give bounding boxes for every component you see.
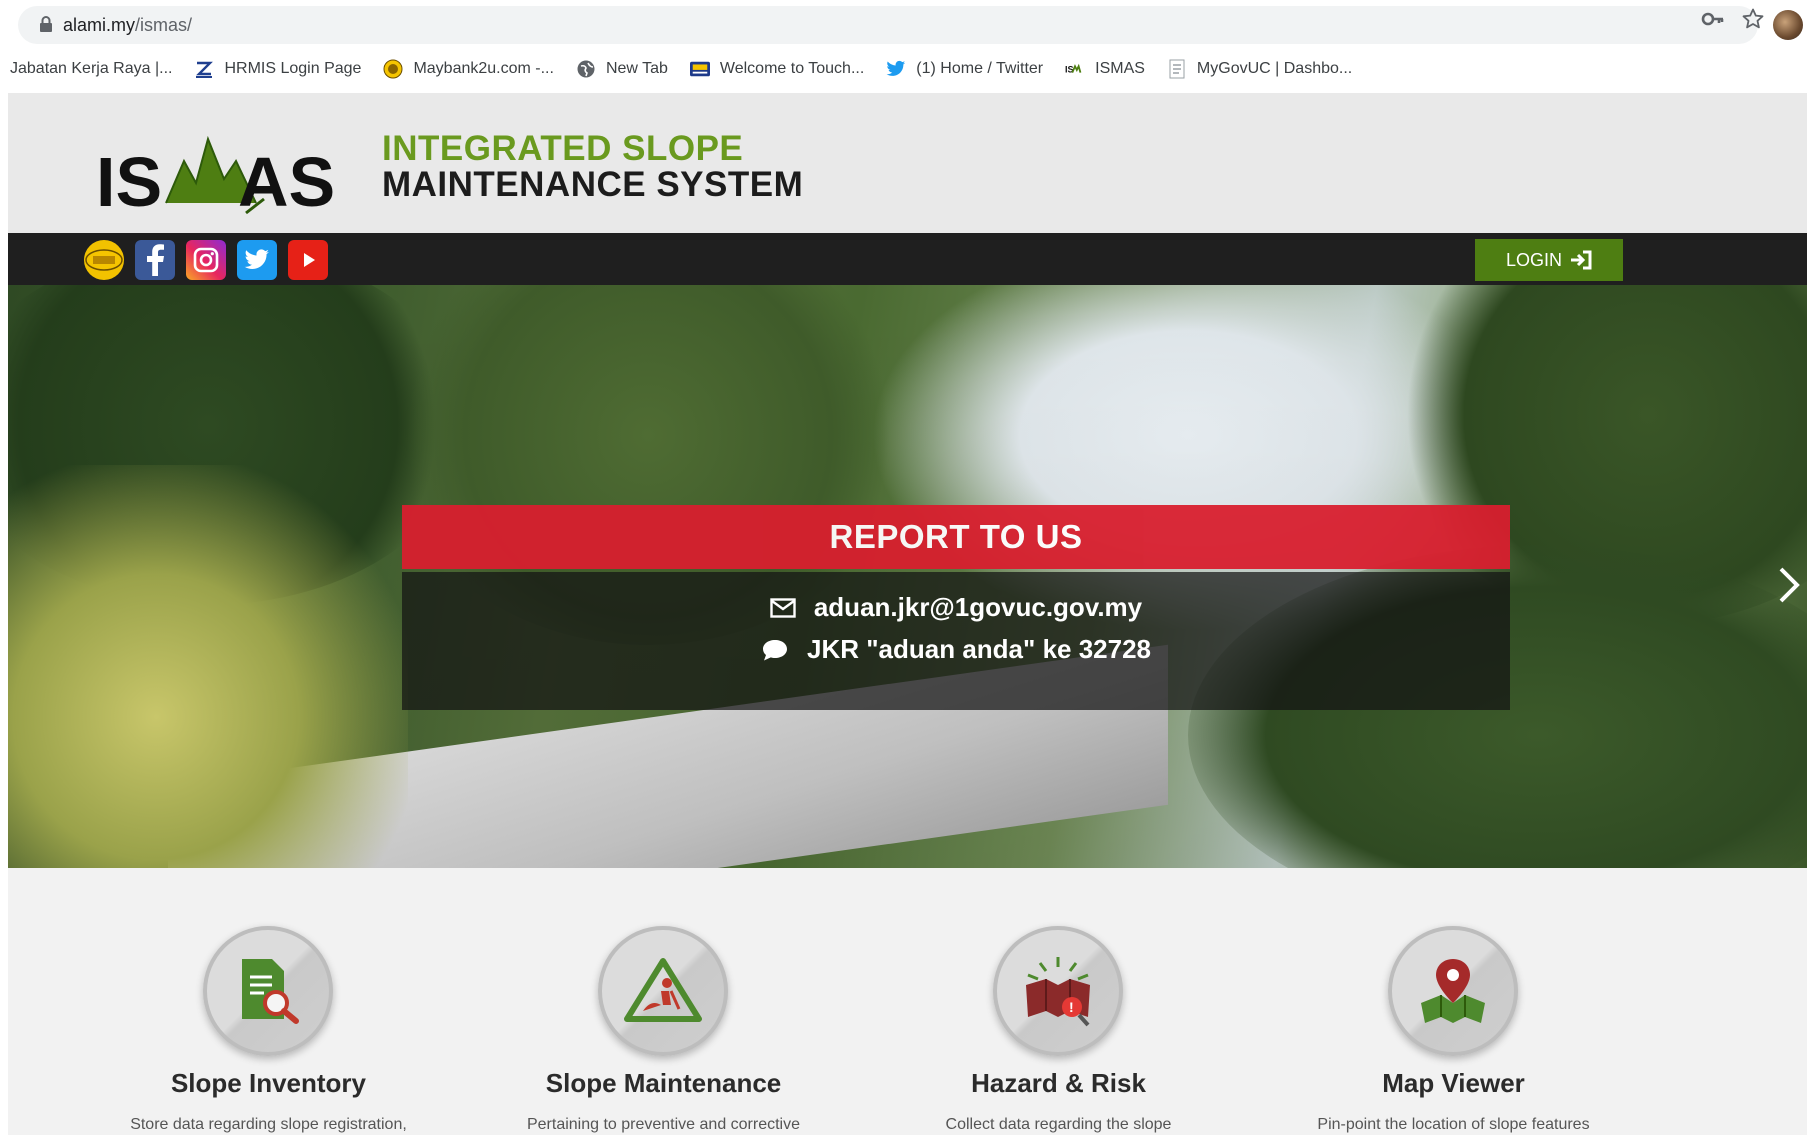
document-icon [1167,59,1187,79]
document-search-icon [203,926,333,1056]
bookmark-label: HRMIS Login Page [224,60,362,77]
report-email-line: aduan.jkr@1govuc.gov.my [402,592,1510,623]
hazard-map-icon: ! [993,926,1123,1056]
youtube-icon[interactable] [288,240,328,280]
report-title: REPORT TO US [829,518,1083,555]
feature-desc: Pin-point the location of slope features [1317,1116,1590,1133]
chevron-right-icon[interactable] [1775,563,1803,607]
svg-text:IS: IS [1065,65,1074,75]
feature-desc: Store data regarding slope registration, [130,1116,407,1133]
bookmark-touchngo[interactable]: Welcome to Touch... [689,59,865,79]
worker-warning-icon [598,926,728,1056]
bookmark-label: New Tab [605,60,668,77]
lock-icon[interactable] [40,16,52,32]
facebook-icon[interactable] [135,240,175,280]
bookmark-label: Welcome to Touch... [719,60,865,77]
bookmark-label: Jabatan Kerja Raya |... [10,60,173,77]
bookmark-maybank[interactable]: Maybank2u.com -... [383,59,554,79]
hrmis-icon [194,59,214,79]
maybank-icon [383,59,403,79]
tagline-line1: INTEGRATED SLOPE [382,129,744,168]
jkr-logo-icon[interactable] [84,240,124,280]
feature-title: Slope Maintenance [545,1068,782,1098]
bookmark-jkr[interactable]: Jabatan Kerja Raya |... [10,60,172,78]
bookmark-twitter[interactable]: (1) Home / Twitter [886,59,1043,79]
login-icon [1571,250,1592,270]
envelope-icon [770,597,796,618]
site-header: IS AS INTEGRATED SLOPE MAINTENANCE SYSTE… [8,93,1807,233]
report-email[interactable]: aduan.jkr@1govuc.gov.my [814,592,1142,623]
url-text[interactable]: alami.my/ismas/ [63,15,192,36]
twitter-icon [886,59,906,79]
workers-group [8,465,408,868]
chat-bubble-icon [761,638,789,662]
feature-title: Hazard & Risk [971,1068,1146,1098]
report-contact-box: aduan.jkr@1govuc.gov.my JKR "aduan anda"… [402,572,1510,710]
ismas-logo[interactable]: IS AS [96,121,366,215]
globe-icon [576,59,596,79]
feature-desc: Collect data regarding the slope [945,1116,1172,1133]
bookmark-ismas[interactable]: IS ISMAS [1065,59,1145,79]
ismas-icon: IS [1065,59,1085,79]
bookmark-star-icon[interactable] [1741,7,1765,31]
hero-carousel: REPORT TO US aduan.jkr@1govuc.gov.my JKR… [8,285,1807,868]
feature-desc: Pertaining to preventive and corrective [526,1116,801,1133]
url-path: /ismas/ [135,15,193,35]
address-bar[interactable]: alami.my/ismas/ [18,6,1758,44]
feature-title: Slope Inventory [170,1068,367,1098]
bookmark-label: MyGovUC | Dashbo... [1196,60,1353,77]
instagram-icon[interactable] [186,240,226,280]
bookmark-label: ISMAS [1095,60,1145,77]
twitter-icon[interactable] [237,240,277,280]
login-button[interactable]: LOGIN [1475,239,1623,281]
key-icon[interactable] [1701,8,1725,30]
touchngo-icon [689,59,710,79]
bookmark-new-tab[interactable]: New Tab [576,59,668,79]
bookmark-label: (1) Home / Twitter [916,60,1044,77]
report-title-bar: REPORT TO US [402,505,1510,569]
login-label: LOGIN [1505,249,1562,270]
top-navbar: LOGIN [8,233,1807,285]
svg-text:!: ! [1069,999,1074,1015]
report-sms-line: JKR "aduan anda" ke 32728 [402,634,1510,665]
logo-text-left: IS [96,143,162,215]
bookmarks-bar: Jabatan Kerja Raya |... HRMIS Login Page… [0,50,1807,88]
map-pin-icon [1388,926,1518,1056]
tagline-line2: MAINTENANCE SYSTEM [382,165,804,204]
bookmark-mygovuc[interactable]: MyGovUC | Dashbo... [1167,59,1352,79]
url-host: alami.my [63,15,136,35]
page: IS AS INTEGRATED SLOPE MAINTENANCE SYSTE… [8,93,1807,1135]
bookmark-hrmis[interactable]: HRMIS Login Page [194,59,361,79]
report-sms: JKR "aduan anda" ke 32728 [806,634,1152,664]
feature-title: Map Viewer [1382,1068,1525,1098]
features-section: Slope Inventory Store data regarding slo… [8,868,1807,1135]
logo-text-right: AS [238,143,335,215]
bookmark-label: Maybank2u.com -... [413,60,554,77]
browser-toolbar: alami.my/ismas/ [0,0,1807,50]
profile-avatar[interactable] [1773,10,1803,40]
